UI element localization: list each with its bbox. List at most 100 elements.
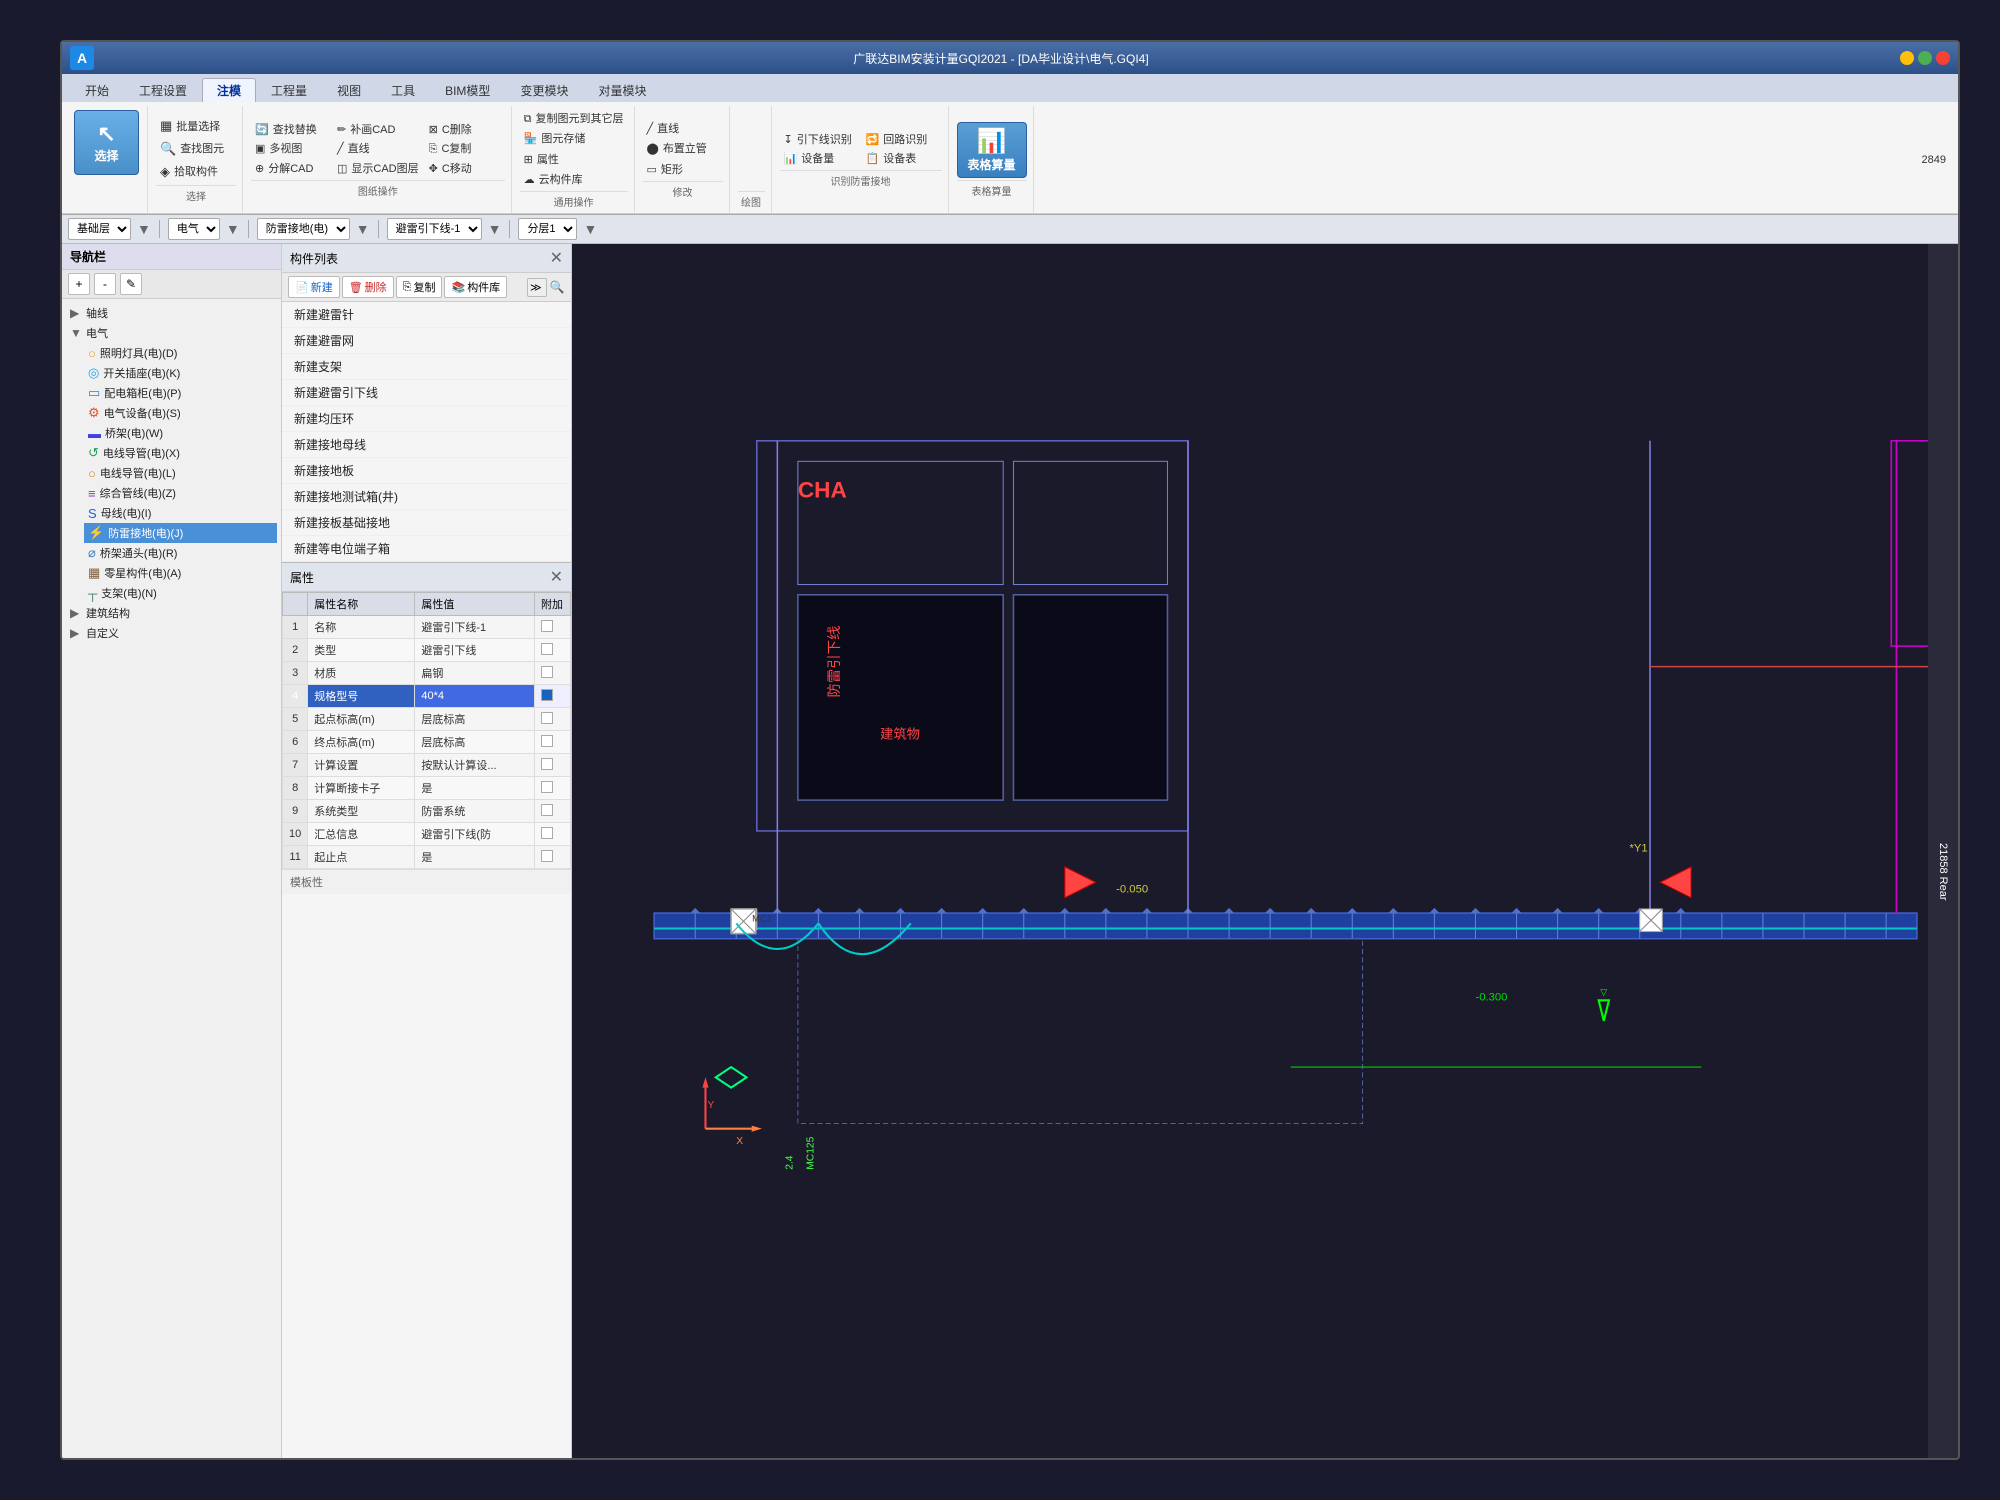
copy-icon: ⎘	[403, 281, 412, 294]
copy-to-floor-button[interactable]: ⧉ 复制图元到其它层	[520, 110, 628, 128]
c-copy-button[interactable]: ⎘ C复制	[425, 140, 505, 158]
tab-compare[interactable]: 对量模块	[583, 78, 661, 102]
component-type-select[interactable]: 避雷引下线-1	[387, 218, 482, 240]
layer-select[interactable]: 分层1	[518, 218, 577, 240]
prop-row-11[interactable]: 11 起止点 是	[283, 846, 571, 869]
right-counter: 2849	[1914, 106, 1954, 213]
tab-annotation[interactable]: 注模	[202, 78, 256, 102]
vertical-pipe-button[interactable]: ⬤ 布置立管	[643, 140, 723, 158]
tab-bim[interactable]: BIM模型	[430, 78, 505, 102]
properties-button[interactable]: ⊞ 属性	[520, 151, 628, 169]
comp-item-1[interactable]: 新建避雷网	[282, 328, 571, 354]
system-select[interactable]: 防雷接地(电)	[257, 218, 350, 240]
comp-item-2[interactable]: 新建支架	[282, 354, 571, 380]
show-layer-button[interactable]: ◫ 显示CAD图层	[333, 160, 423, 178]
props-footer: 模板性	[282, 869, 571, 894]
properties-panel: 属性 ✕ 属性名称 属性值 附加	[282, 563, 571, 1460]
rectangle-button[interactable]: ▭ 矩形	[643, 161, 723, 179]
sidebar-remove-button[interactable]: -	[94, 273, 116, 295]
props-close[interactable]: ✕	[550, 567, 563, 587]
sidebar-item-integrated[interactable]: ≡ 综合管线(电)(Z)	[84, 483, 277, 503]
sidebar-item-switch[interactable]: ◎ 开关插座(电)(K)	[84, 363, 277, 383]
draw-cad-button[interactable]: ✏ 补画CAD	[333, 121, 423, 139]
table-calc-button[interactable]: 📊 表格算量	[957, 122, 1027, 178]
prop-row-1[interactable]: 1 名称 避雷引下线-1	[283, 616, 571, 639]
tab-start[interactable]: 开始	[70, 78, 124, 102]
multi-view-button[interactable]: ▣ 多视图	[251, 140, 331, 158]
minimize-button[interactable]	[1900, 51, 1914, 65]
maximize-button[interactable]	[1918, 51, 1932, 65]
sidebar-item-wire-conduit-l[interactable]: ○ 电线导管(电)(L)	[84, 463, 277, 483]
modify-line-button[interactable]: ╱ 直线	[643, 120, 723, 138]
svg-text:X: X	[736, 1136, 743, 1147]
delete-component-button[interactable]: 🗑 删除	[342, 276, 394, 298]
expand-right-button[interactable]: ≫	[527, 278, 547, 297]
line-button[interactable]: ╱ 直线	[333, 140, 423, 158]
sidebar-item-elec-device[interactable]: ⚙ 电气设备(电)(S)	[84, 403, 277, 423]
prop-row-5[interactable]: 5 起点标高(m) 层底标高	[283, 708, 571, 731]
tab-tools[interactable]: 工具	[376, 78, 430, 102]
split-cad-button[interactable]: ⊕ 分解CAD	[251, 160, 331, 178]
comp-item-5[interactable]: 新建接地母线	[282, 432, 571, 458]
comp-item-9[interactable]: 新建等电位端子箱	[282, 536, 571, 562]
discipline-select[interactable]: 电气	[168, 218, 220, 240]
tab-change[interactable]: 变更模块	[505, 78, 583, 102]
comp-item-8[interactable]: 新建接板基础接地	[282, 510, 571, 536]
comp-list-close[interactable]: ✕	[550, 248, 563, 268]
circuit-identify-button[interactable]: 🔁 回路识别	[862, 131, 942, 149]
sidebar-item-busbar[interactable]: S 母线(电)(I)	[84, 503, 277, 523]
pick-component-button[interactable]: ◈ 拾取构件	[156, 162, 236, 183]
tab-project-settings[interactable]: 工程设置	[124, 78, 202, 102]
sidebar-add-button[interactable]: +	[68, 273, 90, 295]
lead-wire-identify-button[interactable]: ↧ 引下线识别	[780, 131, 860, 149]
sidebar-item-miscellaneous[interactable]: ▦ 零星构件(电)(A)	[84, 563, 277, 583]
comp-item-7[interactable]: 新建接地测试箱(井)	[282, 484, 571, 510]
app-window: A 广联达BIM安装计量GQI2021 - [DA毕业设计\电气.GQI4] 开…	[60, 40, 1960, 1460]
sidebar-item-lightning[interactable]: ⚡ 防雷接地(电)(J)	[84, 523, 277, 543]
floor-select[interactable]: 基础层	[68, 218, 131, 240]
comp-item-3[interactable]: 新建避雷引下线	[282, 380, 571, 406]
modify-group-label: 修改	[643, 181, 723, 199]
sidebar-item-bracket[interactable]: ┬ 支架(电)(N)	[84, 583, 277, 603]
comp-item-6[interactable]: 新建接地板	[282, 458, 571, 484]
batch-select-button[interactable]: ▦ 批量选择	[156, 116, 236, 137]
prop-row-7[interactable]: 7 计算设置 按默认计算设...	[283, 754, 571, 777]
prop-row-9[interactable]: 9 系统类型 防雷系统	[283, 800, 571, 823]
c-move-button[interactable]: ✥ C移动	[425, 160, 505, 178]
comp-item-0[interactable]: 新建避雷针	[282, 302, 571, 328]
sidebar-item-lighting[interactable]: ○ 照明灯具(电)(D)	[84, 343, 277, 363]
close-button[interactable]	[1936, 51, 1950, 65]
sidebar-item-custom[interactable]: ▶ 自定义	[66, 623, 277, 643]
prop-row-10[interactable]: 10 汇总信息 避雷引下线(防	[283, 823, 571, 846]
find-replace-button[interactable]: 🔄 查找替换	[251, 121, 331, 139]
prop-row-3[interactable]: 3 材质 扁钢	[283, 662, 571, 685]
sidebar-item-tray[interactable]: ▬ 桥架(电)(W)	[84, 423, 277, 443]
device-table-button[interactable]: 📋 设备表	[862, 150, 942, 168]
tab-view[interactable]: 视图	[322, 78, 376, 102]
element-storage-button[interactable]: 🏪 图元存储	[520, 130, 628, 148]
tab-quantities[interactable]: 工程量	[256, 78, 322, 102]
sidebar-item-electrical[interactable]: ▼ 电气	[66, 323, 277, 343]
sidebar-item-distribution[interactable]: ▭ 配电箱柜(电)(P)	[84, 383, 277, 403]
sidebar-edit-button[interactable]: ✎	[120, 273, 142, 295]
prop-row-4[interactable]: 4 规格型号 40*4	[283, 685, 571, 708]
prop-row-8[interactable]: 8 计算断接卡子 是	[283, 777, 571, 800]
sidebar-item-axis[interactable]: ▶ 轴线	[66, 303, 277, 323]
library-button[interactable]: 📚 构件库	[444, 276, 507, 298]
copy-component-button[interactable]: ⎘ 复制	[396, 276, 443, 298]
select-main-button[interactable]: ↖ 选择	[74, 110, 139, 175]
sidebar-item-tray-through[interactable]: ⌀ 桥架通头(电)(R)	[84, 543, 277, 563]
c-delete-button[interactable]: ⊠ C删除	[425, 121, 505, 139]
new-component-button[interactable]: 📄 新建	[288, 276, 340, 298]
search-icon[interactable]: 🔍	[549, 279, 565, 295]
ribbon-tab-bar: 开始 工程设置 注模 工程量 视图 工具 BIM模型 变更模块	[62, 74, 1958, 102]
sidebar-item-building[interactable]: ▶ 建筑结构	[66, 603, 277, 623]
prop-row-6[interactable]: 6 终点标高(m) 层底标高	[283, 731, 571, 754]
comp-item-4[interactable]: 新建均压环	[282, 406, 571, 432]
device-qty-button[interactable]: 📊 设备量	[780, 150, 860, 168]
cad-area[interactable]: MC1 Y X	[572, 244, 1958, 1460]
prop-row-2[interactable]: 2 类型 避雷引下线	[283, 639, 571, 662]
sidebar-item-wire-conduit-x[interactable]: ↺ 电线导管(电)(X)	[84, 443, 277, 463]
cloud-library-button[interactable]: ☁ 云构件库	[520, 171, 628, 189]
find-element-button[interactable]: 🔍 查找图元	[156, 139, 236, 160]
